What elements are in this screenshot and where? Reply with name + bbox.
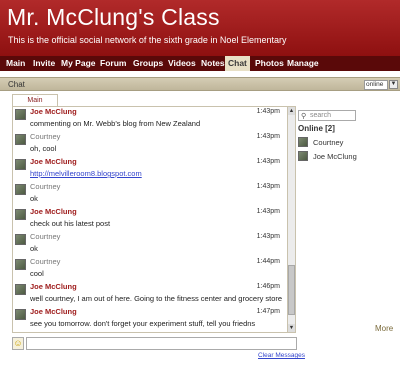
site-subtitle: This is the official social network of t… [8, 35, 287, 45]
message-author[interactable]: Joe McClung [30, 107, 77, 116]
message-text: ok [30, 244, 38, 253]
message-text: commenting on Mr. Webb's blog from New Z… [30, 119, 201, 128]
tab-chat[interactable]: Chat [225, 56, 250, 71]
tab-my-page[interactable]: My Page [58, 56, 99, 71]
message-link[interactable]: http://melvilleroom8.blogspot.com [30, 169, 142, 178]
list-item: Joe McClung 1:43pm check out his latest … [13, 207, 287, 232]
message-text: ok [30, 194, 38, 203]
avatar[interactable] [15, 234, 26, 245]
message-scrollbar[interactable]: ▲ ▼ [287, 106, 296, 333]
clear-messages-link[interactable]: Clear Messages [258, 352, 305, 359]
tab-notes[interactable]: Notes [198, 56, 228, 71]
message-time: 1:46pm [256, 283, 280, 290]
chat-header-bar: Chat online ▼ [0, 77, 400, 91]
list-item: Joe McClung 1:43pm commenting on Mr. Web… [13, 107, 287, 132]
message-author[interactable]: Joe McClung [30, 307, 77, 316]
tab-photos[interactable]: Photos [252, 56, 287, 71]
online-users-header: Online [2] [298, 124, 335, 133]
message-text: check out his latest post [30, 219, 111, 228]
list-item: Courtney 1:44pm cool [13, 257, 287, 282]
tab-groups[interactable]: Groups [130, 56, 166, 71]
avatar[interactable] [15, 159, 26, 170]
list-item: Courtney 1:43pm ok [13, 232, 287, 257]
emoticon-icon[interactable]: ☺ [12, 337, 24, 350]
message-input[interactable] [26, 337, 297, 350]
message-author[interactable]: Joe McClung [30, 157, 77, 166]
chat-title: Chat [8, 80, 25, 89]
list-item: Joe McClung 1:47pm see you tomorrow. don… [13, 307, 287, 332]
message-text: oh, cool [30, 144, 57, 153]
avatar[interactable] [15, 184, 26, 195]
site-header: Mr. McClung's Class This is the official… [0, 0, 400, 56]
tab-forum[interactable]: Forum [97, 56, 129, 71]
message-time: 1:43pm [256, 108, 280, 115]
list-item: Joe McClung 1:46pm well courtney, I am o… [13, 282, 287, 307]
scroll-up-icon[interactable]: ▲ [288, 107, 295, 115]
list-item: Courtney 1:43pm oh, cool [13, 132, 287, 157]
online-user-name[interactable]: Joe McClung [313, 152, 357, 161]
message-author[interactable]: Courtney [30, 132, 60, 141]
online-user[interactable]: Courtney [298, 137, 368, 149]
status-select[interactable]: online [364, 80, 388, 90]
avatar[interactable] [298, 137, 308, 147]
tab-videos[interactable]: Videos [165, 56, 199, 71]
message-author[interactable]: Courtney [30, 182, 60, 191]
tab-invite[interactable]: Invite [30, 56, 58, 71]
message-time: 1:43pm [256, 158, 280, 165]
list-item: Courtney 1:43pm ok [13, 182, 287, 207]
tab-main[interactable]: Main [3, 56, 28, 71]
message-text: see you tomorrow. don't forget your expe… [30, 319, 256, 328]
online-user-name[interactable]: Courtney [313, 138, 343, 147]
avatar[interactable] [15, 134, 26, 145]
avatar[interactable] [15, 284, 26, 295]
search-icon: ⚲ [301, 113, 307, 120]
user-search-input[interactable]: ⚲ search [298, 110, 356, 121]
message-author[interactable]: Courtney [30, 232, 60, 241]
site-title[interactable]: Mr. McClung's Class [7, 4, 220, 31]
main-nav: Main Invite My Page Forum Groups Videos … [0, 56, 400, 71]
avatar[interactable] [15, 209, 26, 220]
online-user[interactable]: Joe McClung [298, 151, 368, 163]
list-item: Joe McClung 1:43pm http://melvilleroom8.… [13, 157, 287, 182]
message-list[interactable]: Joe McClung 1:43pm commenting on Mr. Web… [12, 106, 287, 333]
message-time: 1:43pm [256, 208, 280, 215]
message-time: 1:44pm [256, 258, 280, 265]
chat-room-tab[interactable]: Main [12, 94, 58, 106]
avatar[interactable] [15, 259, 26, 270]
message-time: 1:43pm [256, 183, 280, 190]
message-author[interactable]: Joe McClung [30, 207, 77, 216]
search-placeholder: search [310, 112, 332, 119]
avatar[interactable] [298, 151, 308, 161]
scroll-down-icon[interactable]: ▼ [288, 324, 295, 332]
message-time: 1:43pm [256, 133, 280, 140]
message-text: cool [30, 269, 44, 278]
message-time: 1:47pm [256, 308, 280, 315]
scroll-thumb[interactable] [288, 265, 295, 315]
more-link[interactable]: More [375, 324, 393, 333]
message-author[interactable]: Joe McClung [30, 282, 77, 291]
chat-input-row: ☺ [12, 337, 297, 350]
message-author[interactable]: Courtney [30, 257, 60, 266]
chevron-down-icon[interactable]: ▼ [389, 80, 398, 89]
avatar[interactable] [15, 109, 26, 120]
avatar[interactable] [15, 309, 26, 320]
tab-manage[interactable]: Manage [284, 56, 322, 71]
message-text: well courtney, I am out of here. Going t… [30, 294, 283, 303]
message-time: 1:43pm [256, 233, 280, 240]
